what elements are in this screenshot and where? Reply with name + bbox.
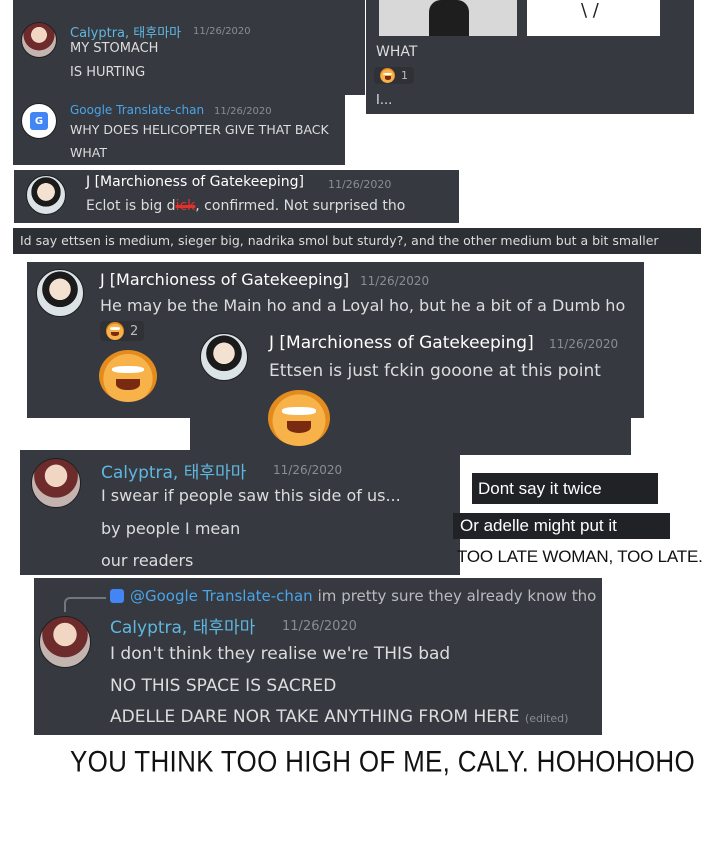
message-line: NO THIS SPACE IS SACRED: [110, 676, 337, 696]
caption-text: YOU THINK TOO HIGH OF ME, CALY. HOHOHOHO: [70, 744, 696, 779]
note-label: Dont say it twice: [472, 473, 658, 504]
note-caption: TOO LATE WOMAN, TOO LATE.: [457, 547, 703, 566]
message-line: I don't think they realise we're THIS ba…: [110, 644, 451, 664]
message-line: WHAT: [376, 44, 418, 60]
timestamp: 11/26/2020: [549, 337, 619, 351]
avatar[interactable]: [36, 269, 84, 317]
avatar[interactable]: [200, 333, 248, 381]
chat-panel-calyptra-message-2: Calyptra, 태후마마 11/26/2020 I swear if peo…: [20, 450, 460, 575]
username[interactable]: Calyptra, 태후마마: [110, 613, 255, 638]
timestamp: 11/26/2020: [282, 619, 357, 634]
message-line: Id say ettsen is medium, sieger big, nad…: [20, 233, 659, 248]
message-line: I swear if people saw this side of us...: [101, 486, 401, 505]
message-line: our readers: [101, 551, 194, 570]
reaction-button[interactable]: 1: [374, 67, 414, 84]
message-line: He may be the Main ho and a Loyal ho, bu…: [100, 296, 626, 315]
username[interactable]: Google Translate-chan: [70, 103, 204, 117]
message-line: IS HURTING: [70, 65, 146, 80]
timestamp: 11/26/2020: [193, 26, 251, 37]
username[interactable]: J [Marchioness of Gatekeeping]: [100, 270, 349, 289]
edited-label: (edited): [524, 712, 569, 725]
chat-panel-j-message-3: J [Marchioness of Gatekeeping] 11/26/202…: [190, 325, 631, 455]
avatar[interactable]: [26, 175, 66, 215]
username[interactable]: Calyptra, 태후마마: [70, 22, 181, 41]
reply-preview[interactable]: @Google Translate-chan im pretty sure the…: [110, 587, 596, 605]
message-line: MY STOMACH: [70, 41, 159, 56]
message-line: Ettsen is just fckin gooone at this poin…: [269, 361, 601, 381]
avatar[interactable]: G: [21, 103, 57, 139]
message-line: WHY DOES HELICOPTER GIVE THAT BACK: [70, 122, 329, 137]
translate-icon: G: [30, 112, 48, 130]
crying-laughing-emoji-icon: [380, 68, 395, 83]
message-line: I...: [376, 93, 393, 108]
chat-panel-calyptra-message-3: @Google Translate-chan im pretty sure the…: [34, 578, 602, 735]
crying-laughing-emoji-icon: [99, 350, 157, 402]
redacted-word: ick: [175, 198, 196, 214]
reply-text: im pretty sure they already know tho: [317, 587, 597, 605]
image-attachment[interactable]: \ /: [527, 0, 660, 36]
chat-panel-j-message-1: J [Marchioness of Gatekeeping] 11/26/202…: [14, 170, 459, 223]
reaction-count: 2: [130, 323, 139, 339]
reply-mention[interactable]: @Google Translate-chan: [130, 587, 313, 605]
timestamp: 11/26/2020: [273, 463, 343, 477]
message-line: by people I mean: [101, 519, 241, 538]
crying-laughing-emoji-icon: [268, 390, 330, 446]
reaction-button[interactable]: 2: [100, 321, 145, 341]
chat-panel-top-left: Calyptra, 태후마마 11/26/2020 MY STOMACH IS …: [13, 0, 365, 95]
timestamp: 11/26/2020: [214, 106, 272, 117]
username[interactable]: J [Marchioness of Gatekeeping]: [86, 174, 304, 190]
username[interactable]: J [Marchioness of Gatekeeping]: [269, 333, 534, 353]
avatar[interactable]: [31, 458, 81, 508]
timestamp: 11/26/2020: [328, 178, 392, 191]
chat-panel-top-right: \ / WHAT 1 I...: [366, 0, 694, 114]
message-line: WHAT: [70, 145, 107, 160]
message-line: ADELLE DARE NOR TAKE ANYTHING FROM HERE …: [110, 707, 569, 727]
image-attachment[interactable]: [379, 0, 517, 36]
chat-panel-banner: Id say ettsen is medium, sieger big, nad…: [13, 228, 701, 254]
reaction-count: 1: [401, 69, 408, 82]
username[interactable]: Calyptra, 태후마마: [101, 458, 246, 483]
note-label: Or adelle might put it: [453, 513, 670, 539]
avatar[interactable]: [39, 616, 91, 668]
message-line: Eclot is big dick, confirmed. Not surpri…: [86, 198, 406, 214]
reply-connector: [64, 597, 106, 612]
crying-laughing-emoji-icon: [106, 322, 124, 340]
translate-icon: [110, 589, 124, 603]
timestamp: 11/26/2020: [360, 274, 430, 288]
chat-panel-google-translate: G Google Translate-chan 11/26/2020 WHY D…: [13, 95, 345, 165]
avatar[interactable]: [21, 22, 57, 58]
